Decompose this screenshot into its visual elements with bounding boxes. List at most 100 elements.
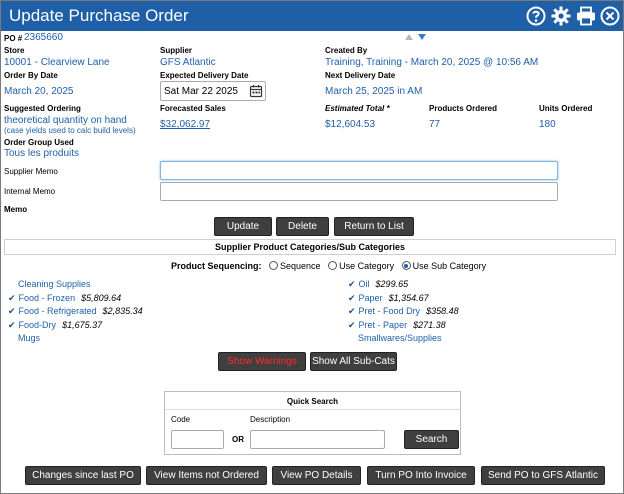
description-label: Description (250, 415, 291, 424)
units-ordered-label: Units Ordered (539, 104, 593, 113)
category-amount: $2,835.34 (102, 306, 143, 317)
check-icon: ✔ (8, 319, 16, 330)
estimated-total-value: $12,604.53 (325, 119, 376, 130)
category-amount: $1,675.37 (62, 319, 103, 330)
store-label: Store (4, 46, 25, 55)
calendar-icon[interactable] (249, 84, 263, 98)
return-to-list-button[interactable]: Return to List (334, 217, 414, 236)
help-icon[interactable] (526, 6, 546, 26)
forecasted-sales-label: Forecasted Sales (160, 104, 226, 113)
categories-section-header: Supplier Product Categories/Sub Categori… (4, 239, 616, 255)
sort-arrows-icon[interactable] (404, 33, 428, 41)
close-icon[interactable] (600, 6, 620, 26)
supplier-label: Supplier (160, 46, 193, 55)
category-amount: $5,809.64 (81, 292, 122, 303)
suggested-ordering-label: Suggested Ordering (4, 104, 81, 113)
page-title: Update Purchase Order (9, 6, 189, 25)
next-delivery-value: March 25, 2025 in AM (325, 86, 423, 97)
update-button[interactable]: Update (214, 217, 272, 236)
estimated-total-label: Estimated Total * (325, 104, 390, 113)
quick-search-title: Quick Search (286, 397, 339, 406)
suggested-ordering-value: theoretical quantity on hand (4, 115, 127, 126)
po-number: 2365660 (24, 32, 63, 43)
products-ordered-value: 77 (429, 119, 441, 130)
category-item: ✔ Oil $299.65 (348, 279, 408, 290)
category-item: Cleaning Supplies (8, 279, 91, 289)
or-label: OR (232, 435, 244, 444)
created-by-value: Training, Training - March 20, 2025 @ 10… (325, 57, 539, 68)
radio-use-sub-category[interactable] (401, 261, 411, 270)
print-icon[interactable] (576, 6, 596, 26)
po-label: PO # (4, 34, 23, 43)
description-input[interactable] (250, 430, 385, 449)
category-name-link[interactable]: Pret - Paper (359, 320, 408, 330)
category-name-link[interactable]: Cleaning Supplies (18, 279, 91, 289)
radio-use-sub-category-label: Use Sub Category (412, 261, 487, 271)
quick-search-divider (165, 409, 460, 410)
category-item: ✔ Pret - Food Dry $358.48 (348, 306, 459, 317)
code-label: Code (171, 415, 191, 424)
order-by-date-label: Order By Date (4, 71, 58, 80)
category-name-link[interactable]: Paper (359, 293, 383, 303)
order-group-label: Order Group Used (4, 138, 74, 147)
view-po-details-button[interactable]: View PO Details (272, 466, 361, 485)
product-sequencing: Product Sequencing: Sequence Use Categor… (171, 261, 486, 271)
radio-sequence-label: Sequence (280, 261, 321, 271)
check-icon: ✔ (8, 306, 16, 317)
suggested-ordering-note: (case yields used to calc build levels) (4, 126, 136, 135)
product-sequencing-label: Product Sequencing: (171, 261, 262, 271)
category-amount: $358.48 (426, 306, 459, 317)
check-icon: ✔ (348, 292, 356, 303)
category-name-link[interactable]: Smallwares/Supplies (358, 333, 442, 343)
send-po-button[interactable]: Send PO to GFS Atlantic (481, 466, 605, 485)
check-icon: ✔ (348, 319, 356, 330)
check-icon: ✔ (348, 279, 356, 289)
category-item: ✔ Pret - Paper $271.38 (348, 320, 446, 331)
category-name-link[interactable]: Mugs (18, 333, 40, 343)
search-button[interactable]: Search (404, 430, 459, 449)
category-item: ✔ Paper $1,354.67 (348, 293, 429, 304)
expected-delivery-value: Sat Mar 22 2025 (164, 86, 238, 97)
category-item: Mugs (8, 333, 40, 343)
supplier-value: GFS Atlantic (160, 57, 216, 68)
internal-memo-label: Internal Memo (4, 187, 56, 196)
category-amount: $271.38 (413, 319, 446, 330)
delete-button[interactable]: Delete (276, 217, 329, 236)
turn-po-into-invoice-button[interactable]: Turn PO Into Invoice (367, 466, 475, 485)
category-name-link[interactable]: Food - Frozen (19, 293, 76, 303)
radio-use-category-label: Use Category (339, 261, 395, 271)
internal-memo-input[interactable] (160, 182, 558, 201)
expected-delivery-label: Expected Delivery Date (160, 71, 249, 80)
products-ordered-label: Products Ordered (429, 104, 498, 113)
order-by-date-value: March 20, 2025 (4, 86, 74, 97)
category-item: ✔ Food - Refrigerated $2,835.34 (8, 306, 143, 317)
category-name-link[interactable]: Food-Dry (19, 320, 57, 330)
units-ordered-value: 180 (539, 119, 556, 130)
category-name-link[interactable]: Pret - Food Dry (359, 306, 421, 316)
category-name-link[interactable]: Oil (359, 279, 370, 289)
memo-label: Memo (4, 205, 28, 214)
radio-sequence[interactable] (269, 261, 279, 270)
changes-since-last-po-button[interactable]: Changes since last PO (25, 466, 141, 485)
quick-search-panel: Quick Search Code Description OR Search (164, 391, 461, 455)
store-value: 10001 - Clearview Lane (4, 57, 110, 68)
forecasted-sales-link[interactable]: $32,062.97 (160, 119, 210, 130)
order-group-value: Tous les produits (4, 148, 80, 159)
view-items-not-ordered-button[interactable]: View Items not Ordered (146, 466, 267, 485)
code-input[interactable] (171, 430, 224, 449)
show-all-sub-cats-button[interactable]: Show All Sub-Cats (310, 352, 397, 371)
supplier-memo-label: Supplier Memo (4, 167, 58, 176)
category-item: ✔ Food-Dry $1,675.37 (8, 320, 102, 331)
category-item: ✔ Food - Frozen $5,809.64 (8, 293, 121, 304)
show-warnings-button[interactable]: Show Warnings (218, 352, 306, 371)
expected-delivery-field[interactable]: Sat Mar 22 2025 (160, 81, 266, 101)
created-by-label: Created By (325, 46, 368, 55)
gear-icon[interactable] (551, 6, 571, 26)
radio-use-category[interactable] (328, 261, 338, 270)
check-icon: ✔ (8, 292, 16, 303)
supplier-memo-input[interactable] (160, 161, 558, 180)
category-name-link[interactable]: Food - Refrigerated (19, 306, 97, 316)
category-amount: $1,354.67 (388, 292, 429, 303)
title-bar: Update Purchase Order (1, 1, 623, 31)
check-icon: ✔ (348, 306, 356, 317)
